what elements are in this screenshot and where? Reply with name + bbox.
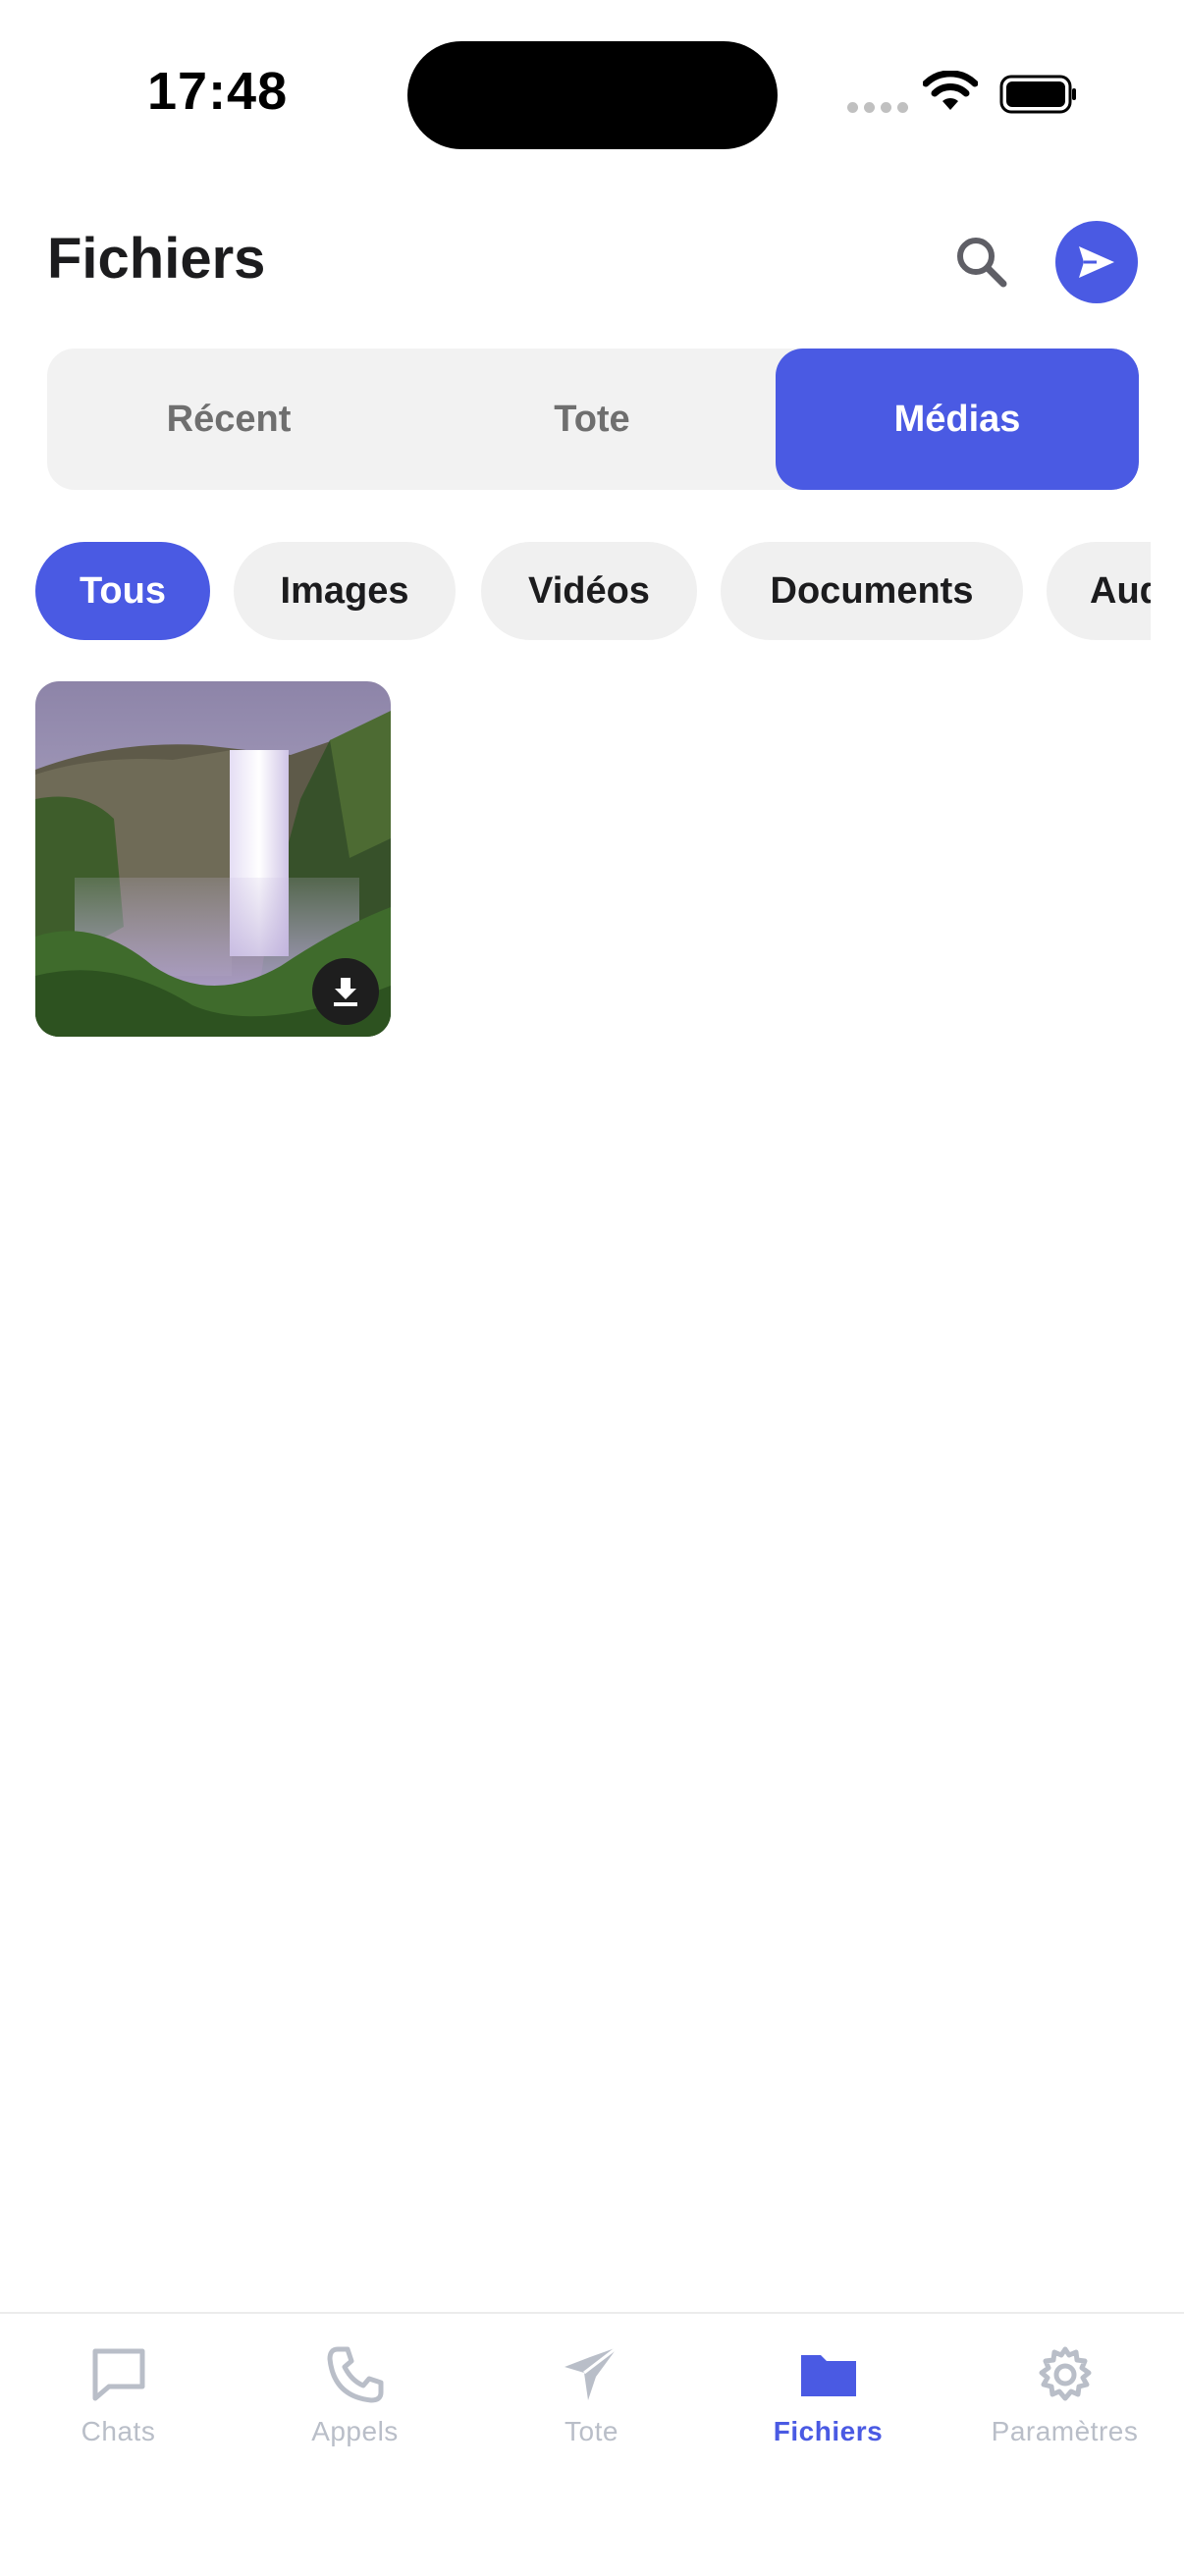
segment-tote[interactable]: Tote bbox=[410, 349, 774, 490]
page-title: Fichiers bbox=[47, 227, 266, 291]
segment-medias[interactable]: Médias bbox=[776, 349, 1139, 490]
chat-icon bbox=[92, 2348, 144, 2401]
tab-tote[interactable]: Tote bbox=[473, 2343, 710, 2447]
cellular-signal-icon bbox=[847, 102, 908, 113]
filter-images[interactable]: Images bbox=[234, 542, 456, 640]
gear-icon bbox=[1039, 2346, 1091, 2401]
tab-label-appels: Appels bbox=[311, 2416, 399, 2446]
plane-icon bbox=[564, 2345, 619, 2400]
tab-parametres[interactable]: Paramètres bbox=[946, 2343, 1183, 2447]
send-button[interactable] bbox=[1055, 221, 1138, 303]
folder-icon bbox=[800, 2355, 856, 2396]
search-button[interactable] bbox=[950, 231, 1013, 294]
tab-label-chats: Chats bbox=[81, 2416, 156, 2446]
filter-audio[interactable]: Aud bbox=[1047, 542, 1151, 640]
download-button[interactable] bbox=[312, 958, 379, 1025]
tab-bar: Chats Appels Tote Fichiers Paramètres bbox=[0, 2312, 1184, 2576]
wifi-icon bbox=[923, 71, 978, 110]
status-time: 17:48 bbox=[147, 62, 289, 121]
tab-appels[interactable]: Appels bbox=[237, 2343, 473, 2447]
filter-tous[interactable]: Tous bbox=[35, 542, 210, 640]
tab-label-fichiers: Fichiers bbox=[773, 2416, 884, 2446]
segment-recent[interactable]: Récent bbox=[47, 349, 410, 490]
dynamic-island bbox=[407, 41, 778, 149]
tab-label-parametres: Paramètres bbox=[991, 2416, 1139, 2446]
segmented-control: Récent Tote Médias bbox=[47, 349, 1139, 490]
filter-chips: Tous Images Vidéos Documents Aud bbox=[35, 542, 1151, 640]
battery-icon bbox=[999, 75, 1076, 114]
filter-videos[interactable]: Vidéos bbox=[481, 542, 697, 640]
phone-icon bbox=[327, 2346, 383, 2403]
search-icon bbox=[957, 238, 1007, 288]
tab-label-tote: Tote bbox=[565, 2416, 619, 2446]
tab-chats[interactable]: Chats bbox=[0, 2343, 237, 2447]
filter-documents[interactable]: Documents bbox=[721, 542, 1023, 640]
send-icon bbox=[1079, 246, 1114, 278]
download-icon bbox=[334, 978, 357, 1006]
tab-fichiers[interactable]: Fichiers bbox=[710, 2343, 946, 2447]
